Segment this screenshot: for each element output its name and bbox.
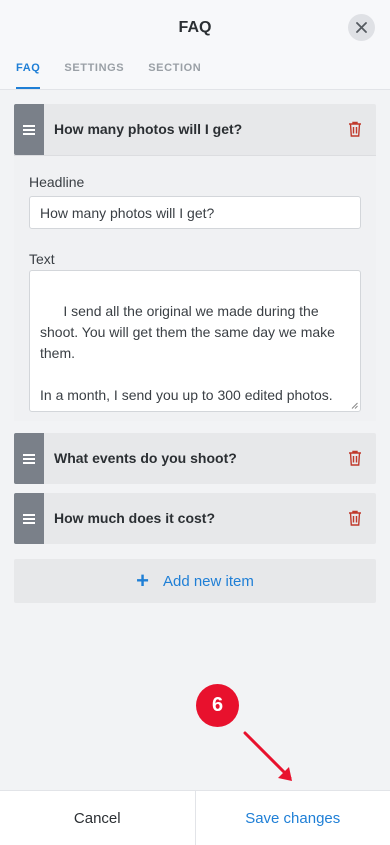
drag-handle[interactable] [14, 104, 44, 155]
headline-input[interactable] [29, 196, 361, 229]
trash-icon[interactable] [348, 121, 362, 137]
save-changes-button[interactable]: Save changes [196, 791, 390, 845]
add-new-item-button[interactable]: + Add new item [14, 559, 376, 603]
text-label: Text [29, 251, 55, 267]
tab-section[interactable]: SECTION [148, 56, 201, 89]
faq-item-title: How many photos will I get? [54, 104, 242, 155]
faq-item-header[interactable]: What events do you shoot? [14, 433, 376, 484]
faq-item: What events do you shoot? [14, 433, 376, 484]
faq-item-title: How much does it cost? [54, 493, 215, 544]
header: FAQ FAQ SETTINGS SECTION [0, 0, 390, 90]
faq-item-title: What events do you shoot? [54, 433, 237, 484]
tab-bar: FAQ SETTINGS SECTION [16, 56, 225, 89]
tab-settings[interactable]: SETTINGS [64, 56, 124, 89]
step-badge: 6 [196, 684, 239, 727]
arrow-icon [240, 728, 300, 788]
footer: Cancel Save changes [0, 790, 390, 845]
cancel-button[interactable]: Cancel [0, 791, 196, 845]
drag-handle[interactable] [14, 493, 44, 544]
close-icon [356, 22, 367, 33]
trash-icon[interactable] [348, 510, 362, 526]
faq-item: How many photos will I get? Headline Tex… [14, 104, 376, 421]
trash-icon[interactable] [348, 450, 362, 466]
menu-icon [23, 514, 35, 524]
faq-item: How much does it cost? [14, 493, 376, 544]
text-textarea[interactable]: I send all the original we made during t… [29, 270, 361, 412]
faq-item-header[interactable]: How many photos will I get? [14, 104, 376, 155]
faq-item-editor: Headline Text I send all the original we… [14, 155, 376, 421]
panel-title: FAQ [0, 19, 390, 37]
close-button[interactable] [348, 14, 375, 41]
menu-icon [23, 125, 35, 135]
text-textarea-content: I send all the original we made during t… [40, 303, 339, 403]
faq-item-header[interactable]: How much does it cost? [14, 493, 376, 544]
plus-icon: + [136, 570, 149, 592]
menu-icon [23, 454, 35, 464]
step-number: 6 [212, 694, 223, 717]
headline-label: Headline [29, 174, 84, 190]
drag-handle[interactable] [14, 433, 44, 484]
add-new-item-label: Add new item [163, 573, 254, 590]
resize-handle-icon[interactable] [351, 402, 358, 409]
tab-faq[interactable]: FAQ [16, 56, 40, 89]
